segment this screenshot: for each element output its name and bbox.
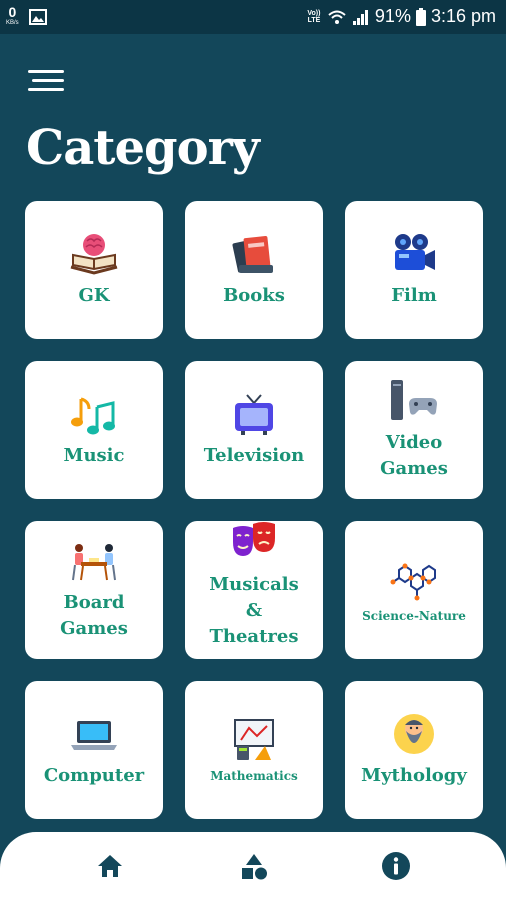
bottom-nav bbox=[0, 832, 506, 900]
category-card-computer[interactable]: Computer bbox=[25, 681, 163, 819]
math-board-icon bbox=[234, 719, 274, 760]
category-card-film[interactable]: Film bbox=[345, 201, 483, 339]
status-bar: 0 KB/s Vo)) LTE 91% 3:16 pm bbox=[0, 0, 506, 34]
category-label: Mythology bbox=[361, 765, 467, 786]
clock: 3:16 pm bbox=[430, 6, 496, 26]
menu-line bbox=[28, 70, 64, 73]
category-label: Mathematics bbox=[210, 769, 298, 783]
category-label: Film bbox=[391, 285, 437, 306]
sage-icon bbox=[394, 714, 434, 754]
category-card-video-games[interactable]: Video Games bbox=[345, 361, 483, 499]
board-game-players-icon bbox=[72, 544, 116, 581]
category-card-mythology[interactable]: Mythology bbox=[345, 681, 483, 819]
network-speed-value: 0 bbox=[8, 4, 17, 20]
network-speed-unit: KB/s bbox=[6, 20, 19, 26]
battery-percent: 91% bbox=[374, 6, 411, 26]
signal-icon bbox=[352, 9, 368, 25]
network-speed: 0 KB/s bbox=[6, 5, 19, 26]
category-label: Video Games bbox=[380, 432, 448, 479]
category-card-mathematics[interactable]: Mathematics bbox=[185, 681, 323, 819]
home-icon bbox=[98, 855, 122, 877]
volte-indicator: Vo)) LTE bbox=[307, 9, 321, 24]
category-label: Computer bbox=[43, 765, 145, 786]
television-icon bbox=[235, 394, 273, 435]
menu-button[interactable] bbox=[28, 70, 64, 92]
category-label: Musicals & Theatres bbox=[209, 574, 299, 647]
category-label: GK bbox=[78, 285, 110, 306]
shapes-icon bbox=[242, 854, 267, 880]
category-label: Board Games bbox=[60, 592, 128, 639]
category-label: Television bbox=[203, 445, 305, 466]
battery-icon bbox=[415, 7, 426, 26]
theatre-masks-icon bbox=[233, 522, 275, 556]
nav-info-button[interactable] bbox=[380, 850, 412, 882]
category-card-music[interactable]: Music bbox=[25, 361, 163, 499]
image-notification-icon bbox=[28, 9, 47, 25]
category-label: Books bbox=[223, 285, 285, 306]
category-card-science-nature[interactable]: Science-Nature bbox=[345, 521, 483, 659]
category-card-television[interactable]: Television bbox=[185, 361, 323, 499]
category-label: Science-Nature bbox=[362, 609, 466, 623]
game-console-icon bbox=[391, 380, 437, 420]
books-icon bbox=[232, 236, 273, 273]
menu-line bbox=[32, 79, 64, 82]
brain-book-icon bbox=[70, 234, 118, 275]
laptop-icon bbox=[71, 721, 117, 750]
nav-categories-button[interactable] bbox=[238, 850, 270, 882]
film-camera-icon bbox=[395, 234, 435, 270]
molecule-icon bbox=[390, 563, 436, 601]
music-notes-icon bbox=[71, 397, 115, 435]
menu-line bbox=[28, 88, 64, 91]
page-title: Category bbox=[26, 120, 260, 176]
category-card-books[interactable]: Books bbox=[185, 201, 323, 339]
category-grid: GK Books Film Music Television Video Gam… bbox=[25, 201, 483, 819]
category-card-musicals-theatres[interactable]: Musicals & Theatres bbox=[185, 521, 323, 659]
nav-home-button[interactable] bbox=[94, 850, 126, 882]
category-label: Music bbox=[63, 445, 125, 466]
category-card-gk[interactable]: GK bbox=[25, 201, 163, 339]
info-icon bbox=[382, 852, 410, 880]
category-card-board-games[interactable]: Board Games bbox=[25, 521, 163, 659]
wifi-icon bbox=[328, 10, 346, 24]
